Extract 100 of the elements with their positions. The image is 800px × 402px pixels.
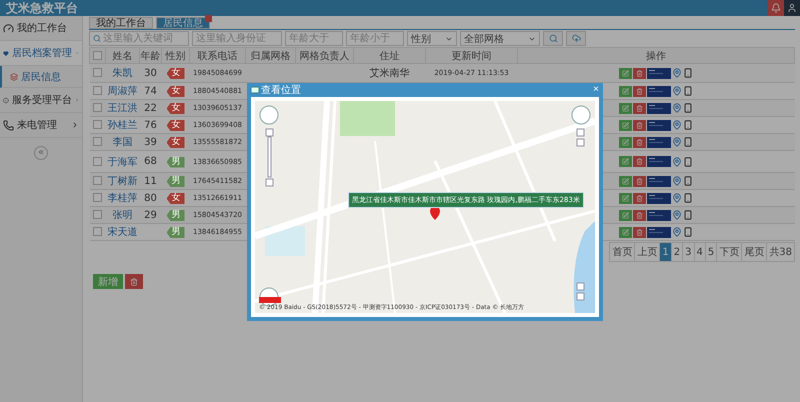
page-button[interactable]: 3 [682,242,695,262]
row-checkbox[interactable] [93,103,102,112]
gender-tag: 女 [166,120,184,131]
location-icon[interactable] [672,176,682,186]
location-icon[interactable] [672,86,682,96]
edit-button[interactable] [619,120,632,130]
location-icon[interactable] [672,68,682,78]
sidebar-subitem[interactable]: 居民信息 [0,66,82,88]
location-icon[interactable] [672,120,682,130]
add-button[interactable]: 新增 [93,274,123,289]
id-card-icon[interactable] [647,192,671,204]
phone-icon[interactable] [683,156,693,166]
row-checkbox[interactable] [93,156,102,166]
location-icon[interactable] [672,193,682,203]
delete-button[interactable] [633,192,646,204]
upload-button[interactable] [566,31,586,46]
phone-icon[interactable] [683,210,693,220]
edit-button[interactable] [619,192,632,204]
age-max-field[interactable]: 年龄小于 [346,31,404,46]
edit-button[interactable] [619,210,632,220]
id-card-icon[interactable] [647,68,671,78]
location-icon[interactable] [672,227,682,237]
gender-tag: 女 [166,137,184,148]
edit-icon [622,228,629,236]
sidebar-item[interactable]: 来电管理 [0,113,82,138]
delete-button[interactable] [633,102,646,114]
id-card-icon[interactable] [647,136,671,148]
delete-button[interactable] [633,210,646,220]
row-checkbox[interactable] [93,193,102,202]
row-checkbox[interactable] [93,176,102,186]
row-checkbox[interactable] [93,86,102,96]
tab[interactable]: 居民信息 [156,17,210,29]
delete-button[interactable] [633,156,646,167]
phone-icon[interactable] [683,68,693,78]
trash-icon [636,228,643,236]
edit-button[interactable] [619,156,632,167]
gender-select[interactable]: 性别 [407,31,457,46]
page-button[interactable]: 4 [694,242,706,262]
edit-button[interactable] [619,226,632,238]
location-icon[interactable] [672,210,682,220]
phone-icon[interactable] [683,137,693,147]
page-button[interactable]: 尾页 [741,242,768,262]
location-icon[interactable] [672,103,682,113]
edit-icon [622,122,629,128]
search-icon [548,34,558,43]
row-checkbox[interactable] [93,137,102,146]
column-header: 住址 [354,48,426,64]
search-button[interactable] [543,31,563,46]
delete-button[interactable] [633,120,646,130]
edit-button[interactable] [619,136,632,148]
row-checkbox[interactable] [93,120,102,130]
row-checkbox[interactable] [93,68,102,78]
edit-button[interactable] [619,176,632,186]
phone-icon[interactable] [683,103,693,113]
delete-button[interactable] [633,226,646,238]
id-card-icon[interactable] [647,120,671,130]
phone-icon[interactable] [683,86,693,96]
edit-button[interactable] [619,86,632,96]
phone-icon[interactable] [683,176,693,186]
edit-button[interactable] [619,68,632,78]
delete-button[interactable] [633,68,646,78]
id-card-icon[interactable] [647,102,671,114]
page-button[interactable]: 共38 [766,242,795,262]
sidebar-item[interactable]: 服务受理平台 [0,88,82,113]
age-min-field[interactable]: 年龄大于 [285,31,343,46]
page-button[interactable]: 首页 [609,242,636,262]
dashboard-icon [3,22,14,34]
delete-button[interactable] [125,274,143,289]
column-header: 性别 [162,48,190,64]
grid-select[interactable]: 全部网格 [460,31,540,46]
page-button[interactable]: 下页 [716,242,742,262]
page-button[interactable]: 1 [659,242,672,262]
edit-button[interactable] [619,102,632,114]
row-checkbox[interactable] [93,227,102,236]
column-header: 操作 [518,48,794,64]
close-button[interactable]: × [593,85,599,95]
delete-button[interactable] [633,86,646,96]
location-icon[interactable] [672,156,682,166]
id-card-icon[interactable] [647,156,671,167]
id-card-icon[interactable] [647,210,671,220]
select-all-checkbox[interactable] [93,50,102,60]
tab[interactable]: 我的工作台 [89,17,153,29]
window-icon [251,87,259,93]
user-button[interactable] [784,0,800,16]
row-checkbox[interactable] [93,210,102,220]
page-button[interactable]: 上页 [634,242,660,262]
gender-tag: 男 [166,210,184,221]
sidebar-item[interactable]: 居民档案管理 [0,41,82,66]
id-card-icon[interactable] [647,86,671,96]
id-card-icon[interactable] [647,226,671,238]
phone-icon[interactable] [683,120,693,130]
delete-button[interactable] [633,136,646,148]
collapse-button[interactable]: « [34,146,48,160]
name-link[interactable]: 宋天道 [106,224,140,240]
location-icon[interactable] [672,137,682,147]
phone-icon[interactable] [683,193,693,203]
notification-button[interactable] [768,0,784,16]
id-card-icon[interactable] [647,176,671,186]
delete-button[interactable] [633,176,646,186]
phone-icon[interactable] [683,227,693,237]
